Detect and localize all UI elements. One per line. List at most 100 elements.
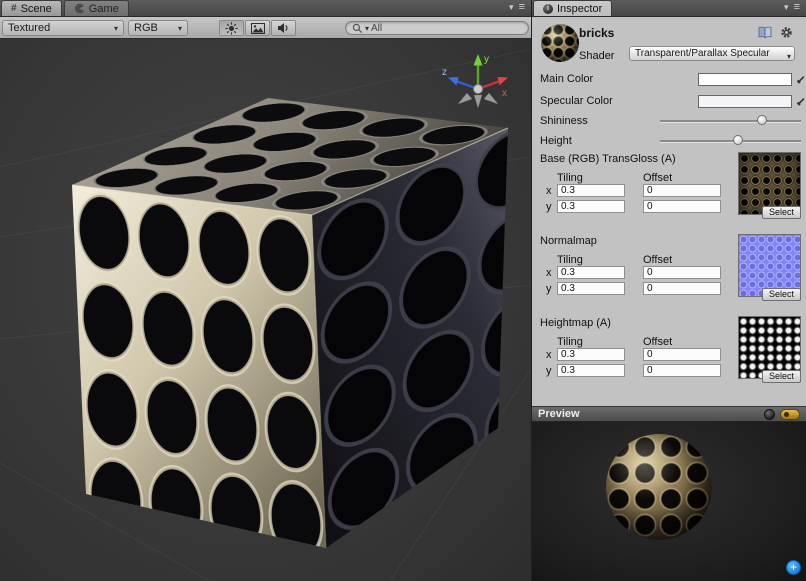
- tiling-y-field[interactable]: [557, 282, 625, 295]
- shader-dropdown[interactable]: Transparent/Parallax Specular ▾: [629, 46, 795, 61]
- select-texture-button[interactable]: Select: [762, 288, 801, 301]
- slider-thumb[interactable]: [733, 135, 743, 145]
- render-mode-label: RGB: [134, 22, 158, 34]
- offset-header: Offset: [643, 172, 672, 184]
- x-axis-label: x: [546, 349, 552, 361]
- tiling-header: Tiling: [557, 172, 583, 184]
- search-filter-caret-icon[interactable]: ▾: [365, 24, 369, 33]
- pane-dropdown-icon[interactable]: ▾: [509, 2, 514, 13]
- heightmap-section: Heightmap (A) Tiling Offset x y Select: [540, 317, 801, 399]
- shader-value: Transparent/Parallax Specular: [635, 48, 770, 59]
- pane-dropdown-icon[interactable]: ▾: [784, 2, 789, 13]
- gear-icon[interactable]: [780, 26, 794, 39]
- shininess-label: Shininess: [540, 115, 588, 127]
- tab-inspector-label: Inspector: [557, 3, 602, 15]
- x-axis-label: x: [546, 267, 552, 279]
- preview-lighting-toggle[interactable]: [780, 409, 800, 420]
- main-color-swatch[interactable]: [698, 73, 792, 86]
- select-texture-button[interactable]: Select: [762, 370, 801, 383]
- tiling-x-field[interactable]: [557, 184, 625, 197]
- tab-game-label: Game: [89, 3, 119, 15]
- pane-menu-icon[interactable]: ≡: [519, 1, 525, 13]
- preview-title: Preview: [538, 408, 580, 420]
- shading-mode-dropdown[interactable]: Textured ▾: [2, 20, 124, 36]
- x-axis-label: x: [546, 185, 552, 197]
- tab-scene-label: Scene: [21, 3, 52, 15]
- preview-header[interactable]: Preview: [532, 406, 806, 422]
- main-color-label: Main Color: [540, 73, 593, 85]
- tiling-header: Tiling: [557, 336, 583, 348]
- shader-label: Shader: [579, 50, 614, 62]
- help-book-icon[interactable]: [758, 26, 772, 39]
- preview-sphere-button[interactable]: [764, 409, 775, 420]
- orientation-gizmo[interactable]: y x z: [439, 47, 517, 125]
- add-button[interactable]: +: [786, 560, 801, 575]
- offset-y-field[interactable]: [643, 282, 721, 295]
- scene-toolbar: Textured ▾ RGB ▾: [0, 17, 531, 39]
- gizmo-x-label: x: [502, 88, 507, 99]
- base-map-section: Base (RGB) TransGloss (A) Tiling Offset …: [540, 153, 801, 235]
- map-title: Normalmap: [540, 235, 597, 247]
- scene-viewport[interactable]: y x z: [0, 39, 531, 581]
- gizmo-y-axis[interactable]: y: [474, 54, 490, 89]
- shininess-slider[interactable]: [660, 114, 801, 128]
- search-filter-label: All: [371, 23, 382, 34]
- y-axis-label: y: [546, 201, 552, 213]
- gizmo-y-label: y: [484, 54, 489, 65]
- pane-menu-icon[interactable]: ≡: [794, 1, 800, 13]
- offset-x-field[interactable]: [643, 266, 721, 279]
- scene-search-field[interactable]: ▾ All: [345, 21, 529, 35]
- slider-track: [660, 120, 801, 122]
- shading-mode-label: Textured: [8, 22, 50, 34]
- offset-header: Offset: [643, 254, 672, 266]
- inspector-body: bricks Shader Transparent/Parallax Specu…: [532, 17, 806, 406]
- tiling-y-field[interactable]: [557, 200, 625, 213]
- image-icon: [251, 23, 265, 34]
- material-name: bricks: [579, 26, 614, 40]
- scene-grid-icon: #: [11, 3, 17, 14]
- specular-color-label: Specular Color: [540, 95, 613, 107]
- gizmo-negative-axes: [458, 93, 498, 108]
- inspector-tabstrip: i Inspector ▾ ≡: [532, 0, 806, 17]
- scene-pane: # Scene Game ▾ ≡ Textured ▾ RGB ▾: [0, 0, 531, 581]
- offset-y-field[interactable]: [643, 364, 721, 377]
- gizmo-z-label: z: [442, 67, 447, 78]
- offset-x-field[interactable]: [643, 348, 721, 361]
- offset-y-field[interactable]: [643, 200, 721, 213]
- unity-editor-window: # Scene Game ▾ ≡ Textured ▾ RGB ▾: [0, 0, 806, 581]
- tab-inspector[interactable]: i Inspector: [533, 0, 612, 16]
- offset-x-field[interactable]: [643, 184, 721, 197]
- height-slider[interactable]: [660, 134, 801, 148]
- tiling-y-field[interactable]: [557, 364, 625, 377]
- render-mode-dropdown[interactable]: RGB ▾: [128, 20, 188, 36]
- tab-game[interactable]: Game: [64, 0, 129, 16]
- map-title: Base (RGB) TransGloss (A): [540, 153, 676, 165]
- scene-audio-toggle[interactable]: [271, 20, 296, 36]
- scene-tabstrip: # Scene Game ▾ ≡: [0, 0, 531, 17]
- tab-scene[interactable]: # Scene: [1, 0, 62, 16]
- gizmo-center[interactable]: [474, 85, 483, 94]
- normalmap-section: Normalmap Tiling Offset x y Select: [540, 235, 801, 317]
- speaker-icon: [277, 22, 290, 34]
- chevron-down-icon: ▾: [178, 24, 182, 33]
- inspector-icon: i: [543, 4, 553, 14]
- scene-lighting-toggle[interactable]: [219, 20, 244, 36]
- gizmo-z-axis[interactable]: z: [442, 67, 478, 89]
- eyedropper-icon[interactable]: [795, 74, 806, 86]
- slider-thumb[interactable]: [757, 115, 767, 125]
- material-preview-sphere: [606, 434, 712, 540]
- game-icon: [74, 3, 85, 14]
- chevron-down-icon: ▾: [787, 50, 791, 61]
- preview-area[interactable]: +: [532, 422, 806, 581]
- tiling-x-field[interactable]: [557, 348, 625, 361]
- y-axis-label: y: [546, 283, 552, 295]
- specular-color-swatch[interactable]: [698, 95, 792, 108]
- map-title: Heightmap (A): [540, 317, 611, 329]
- height-label: Height: [540, 135, 572, 147]
- inspector-pane: i Inspector ▾ ≡ bricks Shader Transpare: [531, 0, 806, 581]
- slider-track: [660, 140, 801, 142]
- select-texture-button[interactable]: Select: [762, 206, 801, 219]
- scene-skybox-toggle[interactable]: [245, 20, 270, 36]
- eyedropper-icon[interactable]: [795, 96, 806, 108]
- tiling-x-field[interactable]: [557, 266, 625, 279]
